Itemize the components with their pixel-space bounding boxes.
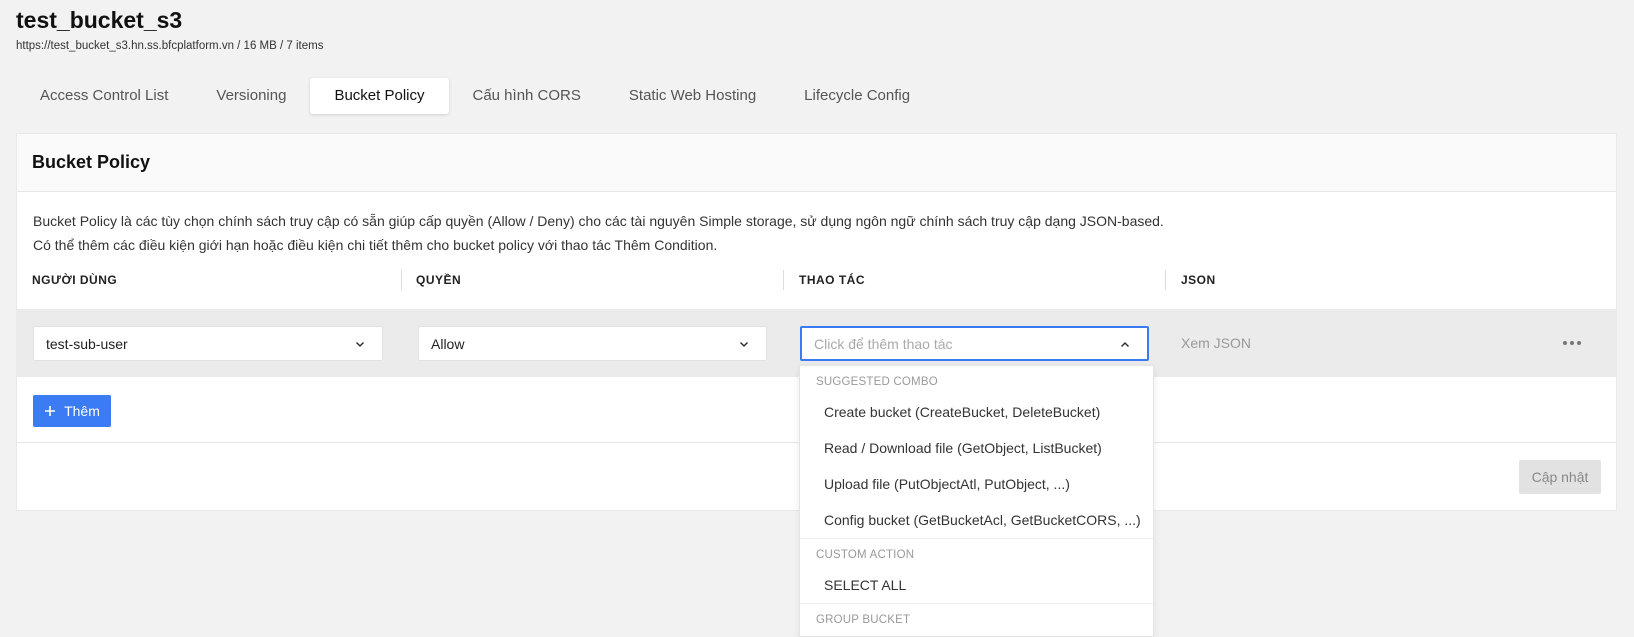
action-dropdown-menu: SUGGESTED COMBO Create bucket (CreateBuc… <box>799 365 1154 637</box>
permission-select-value: Allow <box>431 335 465 352</box>
description-line-2: Có thể thêm các điều kiện giới hạn hoặc … <box>33 237 718 253</box>
dropdown-divider <box>800 538 1153 539</box>
policy-description: Bucket Policy là các tùy chọn chính sách… <box>33 209 1164 257</box>
tab-bar: Access Control List Versioning Bucket Po… <box>16 78 934 114</box>
bucket-title: test_bucket_s3 <box>16 7 183 33</box>
tab-cors-config[interactable]: Cấu hình CORS <box>449 78 605 114</box>
description-line-1: Bucket Policy là các tùy chọn chính sách… <box>33 213 1164 229</box>
column-header-user: NGƯỜI DÙNG <box>32 273 118 287</box>
dropdown-item-upload-file[interactable]: Upload file (PutObjectAtl, PutObject, ..… <box>800 466 1153 502</box>
page-header: test_bucket_s3 https://test_bucket_s3.hn… <box>16 6 323 52</box>
card-header: Bucket Policy <box>17 134 1616 192</box>
column-divider <box>783 270 784 290</box>
chevron-up-icon <box>1120 341 1130 348</box>
column-header-json: JSON <box>1181 273 1216 287</box>
user-select-value: test-sub-user <box>46 335 128 352</box>
action-select-placeholder: Click để thêm thao tác <box>814 335 953 352</box>
chevron-down-icon <box>739 341 749 348</box>
plus-icon <box>45 406 56 416</box>
view-json-link[interactable]: Xem JSON <box>1181 335 1251 351</box>
table-header: NGƯỜI DÙNG QUYỀN THAO TÁC JSON <box>17 268 1616 292</box>
tab-static-web-hosting[interactable]: Static Web Hosting <box>605 78 780 114</box>
dropdown-item-create-bucket[interactable]: Create bucket (CreateBucket, DeleteBucke… <box>800 394 1153 430</box>
dropdown-divider <box>800 603 1153 604</box>
dropdown-group-suggested-combo: SUGGESTED COMBO <box>816 376 938 388</box>
column-divider <box>401 270 402 290</box>
chevron-down-icon <box>355 341 365 348</box>
dropdown-item-read-download[interactable]: Read / Download file (GetObject, ListBuc… <box>800 430 1153 466</box>
update-button[interactable]: Cập nhật <box>1519 460 1601 494</box>
action-select[interactable]: Click để thêm thao tác <box>800 326 1149 361</box>
dropdown-item-select-all[interactable]: SELECT ALL <box>800 567 1153 603</box>
tab-lifecycle-config[interactable]: Lifecycle Config <box>780 78 934 114</box>
permission-select[interactable]: Allow <box>418 326 767 361</box>
add-button[interactable]: Thêm <box>33 395 111 427</box>
dropdown-item-config-bucket[interactable]: Config bucket (GetBucketAcl, GetBucketCO… <box>800 502 1153 538</box>
dropdown-group-custom-action: CUSTOM ACTION <box>816 549 915 561</box>
add-button-label: Thêm <box>64 403 100 419</box>
tab-access-control-list[interactable]: Access Control List <box>16 78 192 114</box>
tab-bucket-policy[interactable]: Bucket Policy <box>310 78 449 114</box>
column-header-permission: QUYỀN <box>416 273 462 287</box>
column-divider <box>1165 270 1166 290</box>
card-title: Bucket Policy <box>32 152 151 172</box>
tab-versioning[interactable]: Versioning <box>192 78 310 114</box>
bucket-subtitle: https://test_bucket_s3.hn.ss.bfcplatform… <box>16 40 324 52</box>
dropdown-group-group-bucket: GROUP BUCKET <box>816 614 911 626</box>
more-horizontal-icon[interactable] <box>1560 333 1584 353</box>
user-select[interactable]: test-sub-user <box>33 326 383 361</box>
column-header-action: THAO TÁC <box>799 273 865 287</box>
